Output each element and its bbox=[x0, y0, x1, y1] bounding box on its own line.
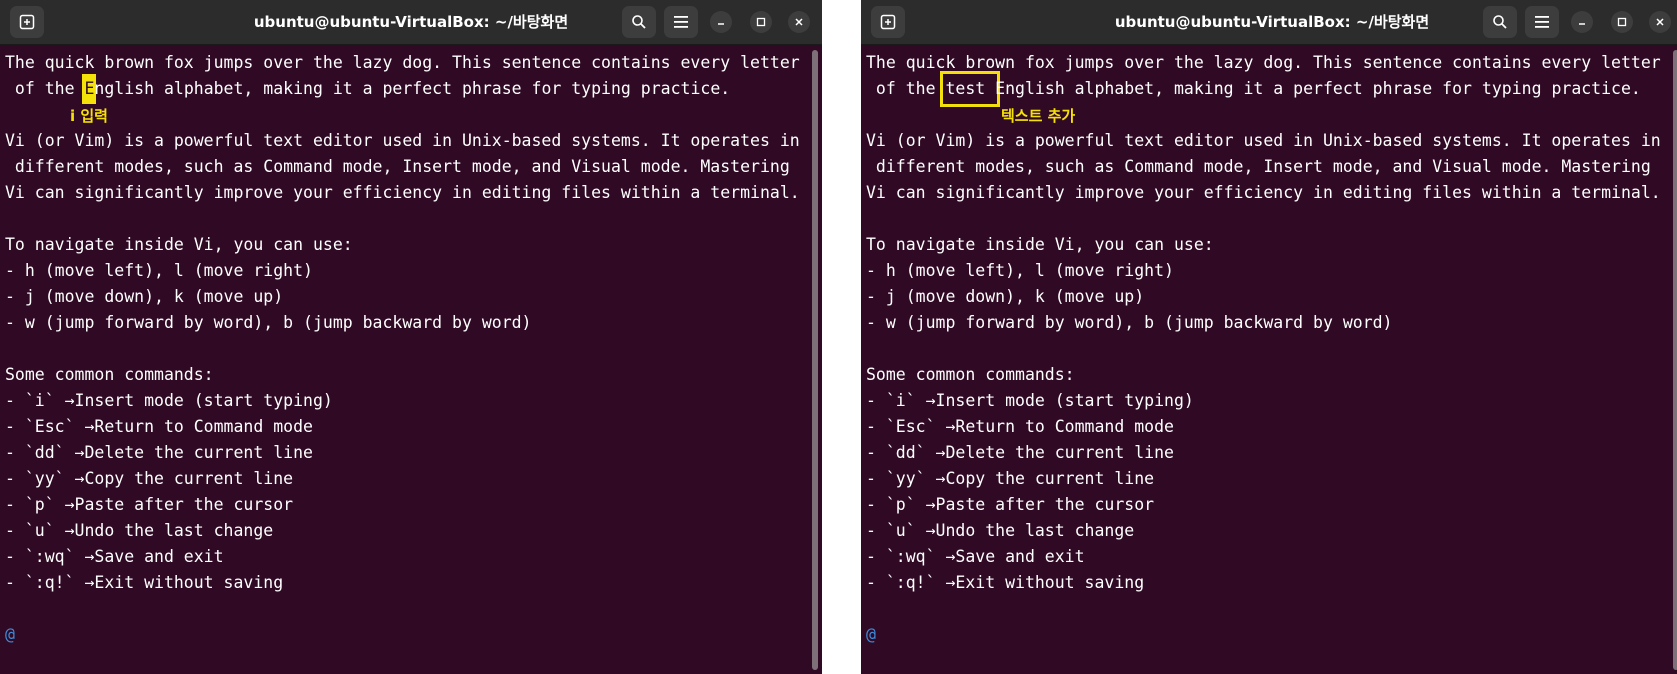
terminal-line: - `Esc` →Return to Command mode bbox=[5, 417, 313, 436]
vim-prompt: @ bbox=[866, 625, 876, 644]
maximize-icon bbox=[756, 17, 766, 27]
menu-button[interactable] bbox=[664, 6, 698, 38]
terminal-line: To navigate inside Vi, you can use: bbox=[5, 235, 353, 254]
minimize-button[interactable] bbox=[710, 11, 732, 33]
terminal-line: of the English alphabet, making it a per… bbox=[5, 74, 805, 104]
minimize-icon bbox=[718, 23, 724, 25]
title-bar: ubuntu@ubuntu-VirtualBox: ~/바탕화면 bbox=[861, 0, 1677, 45]
scrollbar[interactable] bbox=[1673, 50, 1677, 670]
scrollbar-thumb[interactable] bbox=[1673, 50, 1677, 670]
search-button[interactable] bbox=[622, 6, 656, 38]
terminal-line: - `dd` →Delete the current line bbox=[5, 443, 313, 462]
terminal-line: - `dd` →Delete the current line bbox=[866, 443, 1174, 462]
terminal-window-left: ubuntu@ubuntu-VirtualBox: ~/바탕화면 The qui… bbox=[0, 0, 822, 674]
terminal-line: - w (jump forward by word), b (jump back… bbox=[866, 313, 1393, 332]
search-icon bbox=[632, 15, 646, 29]
inserted-text-highlight: test bbox=[940, 71, 1001, 107]
scrollbar[interactable] bbox=[812, 50, 818, 670]
terminal-text-area[interactable]: The quick brown fox jumps over the lazy … bbox=[5, 50, 805, 670]
line-rest: English alphabet, making it a perfect ph… bbox=[995, 79, 1641, 98]
new-tab-button[interactable] bbox=[871, 6, 905, 38]
minimize-button[interactable] bbox=[1571, 11, 1593, 33]
close-icon bbox=[1656, 18, 1664, 26]
close-button[interactable] bbox=[1649, 11, 1671, 33]
terminal-line: - `:q!` →Exit without saving bbox=[866, 573, 1145, 592]
terminal-line: Some common commands: bbox=[5, 365, 214, 384]
terminal-line: - j (move down), k (move up) bbox=[5, 287, 284, 306]
new-tab-icon bbox=[19, 14, 35, 30]
minimize-icon bbox=[1579, 23, 1585, 25]
terminal-text-area[interactable]: The quick brown fox jumps over the lazy … bbox=[866, 50, 1666, 670]
terminal-line: of the test English alphabet, making it … bbox=[866, 71, 1666, 107]
terminal-line: - `:wq` →Save and exit bbox=[866, 547, 1085, 566]
annotation-label: i 입력 bbox=[70, 107, 108, 125]
line-prefix: of the bbox=[866, 79, 946, 98]
hamburger-menu-icon bbox=[1535, 16, 1549, 28]
terminal-line: - `u` →Undo the last change bbox=[5, 521, 274, 540]
terminal-line: Vi (or Vim) is a powerful text editor us… bbox=[5, 131, 800, 150]
scrollbar-thumb[interactable] bbox=[812, 50, 818, 670]
terminal-line: Vi can significantly improve your effici… bbox=[5, 183, 800, 202]
vim-prompt: @ bbox=[5, 625, 15, 644]
new-tab-button[interactable] bbox=[10, 6, 44, 38]
maximize-icon bbox=[1617, 17, 1627, 27]
search-icon bbox=[1493, 15, 1507, 29]
terminal-line: - h (move left), l (move right) bbox=[866, 261, 1174, 280]
menu-button[interactable] bbox=[1525, 6, 1559, 38]
terminal-line: - w (jump forward by word), b (jump back… bbox=[5, 313, 532, 332]
cursor-highlight: E bbox=[82, 74, 97, 104]
new-tab-icon bbox=[880, 14, 896, 30]
terminal-window-right: ubuntu@ubuntu-VirtualBox: ~/바탕화면 The qui… bbox=[861, 0, 1677, 674]
title-bar: ubuntu@ubuntu-VirtualBox: ~/바탕화면 bbox=[0, 0, 822, 45]
terminal-line: To navigate inside Vi, you can use: bbox=[866, 235, 1214, 254]
window-title: ubuntu@ubuntu-VirtualBox: ~/바탕화면 bbox=[1114, 13, 1430, 31]
terminal-line: Vi (or Vim) is a powerful text editor us… bbox=[866, 131, 1661, 150]
search-button[interactable] bbox=[1483, 6, 1517, 38]
terminal-line: - `p` →Paste after the cursor bbox=[5, 495, 294, 514]
terminal-line: - `p` →Paste after the cursor bbox=[866, 495, 1155, 514]
terminal-line: The quick brown fox jumps over the lazy … bbox=[866, 53, 1661, 72]
terminal-line: - h (move left), l (move right) bbox=[5, 261, 313, 280]
terminal-line: - `Esc` →Return to Command mode bbox=[866, 417, 1174, 436]
maximize-button[interactable] bbox=[1611, 11, 1633, 33]
annotation-label: 텍스트 추가 bbox=[1001, 107, 1076, 125]
maximize-button[interactable] bbox=[750, 11, 772, 33]
line-rest: nglish alphabet, making it a perfect phr… bbox=[94, 79, 731, 98]
terminal-line: - `i` →Insert mode (start typing) bbox=[5, 391, 333, 410]
terminal-line: - `i` →Insert mode (start typing) bbox=[866, 391, 1194, 410]
terminal-line: - j (move down), k (move up) bbox=[866, 287, 1145, 306]
close-button[interactable] bbox=[788, 11, 810, 33]
close-icon bbox=[795, 18, 803, 26]
terminal-line: different modes, such as Command mode, I… bbox=[5, 157, 790, 176]
terminal-line: The quick brown fox jumps over the lazy … bbox=[5, 53, 800, 72]
hamburger-menu-icon bbox=[674, 16, 688, 28]
window-title: ubuntu@ubuntu-VirtualBox: ~/바탕화면 bbox=[253, 13, 569, 31]
terminal-line: - `u` →Undo the last change bbox=[866, 521, 1135, 540]
terminal-line: - `yy` →Copy the current line bbox=[5, 469, 294, 488]
terminal-line: different modes, such as Command mode, I… bbox=[866, 157, 1651, 176]
terminal-line: - `yy` →Copy the current line bbox=[866, 469, 1155, 488]
terminal-line: Vi can significantly improve your effici… bbox=[866, 183, 1661, 202]
terminal-line: - `:wq` →Save and exit bbox=[5, 547, 224, 566]
line-prefix: of the bbox=[5, 79, 85, 98]
terminal-line: Some common commands: bbox=[866, 365, 1075, 384]
terminal-line: - `:q!` →Exit without saving bbox=[5, 573, 284, 592]
